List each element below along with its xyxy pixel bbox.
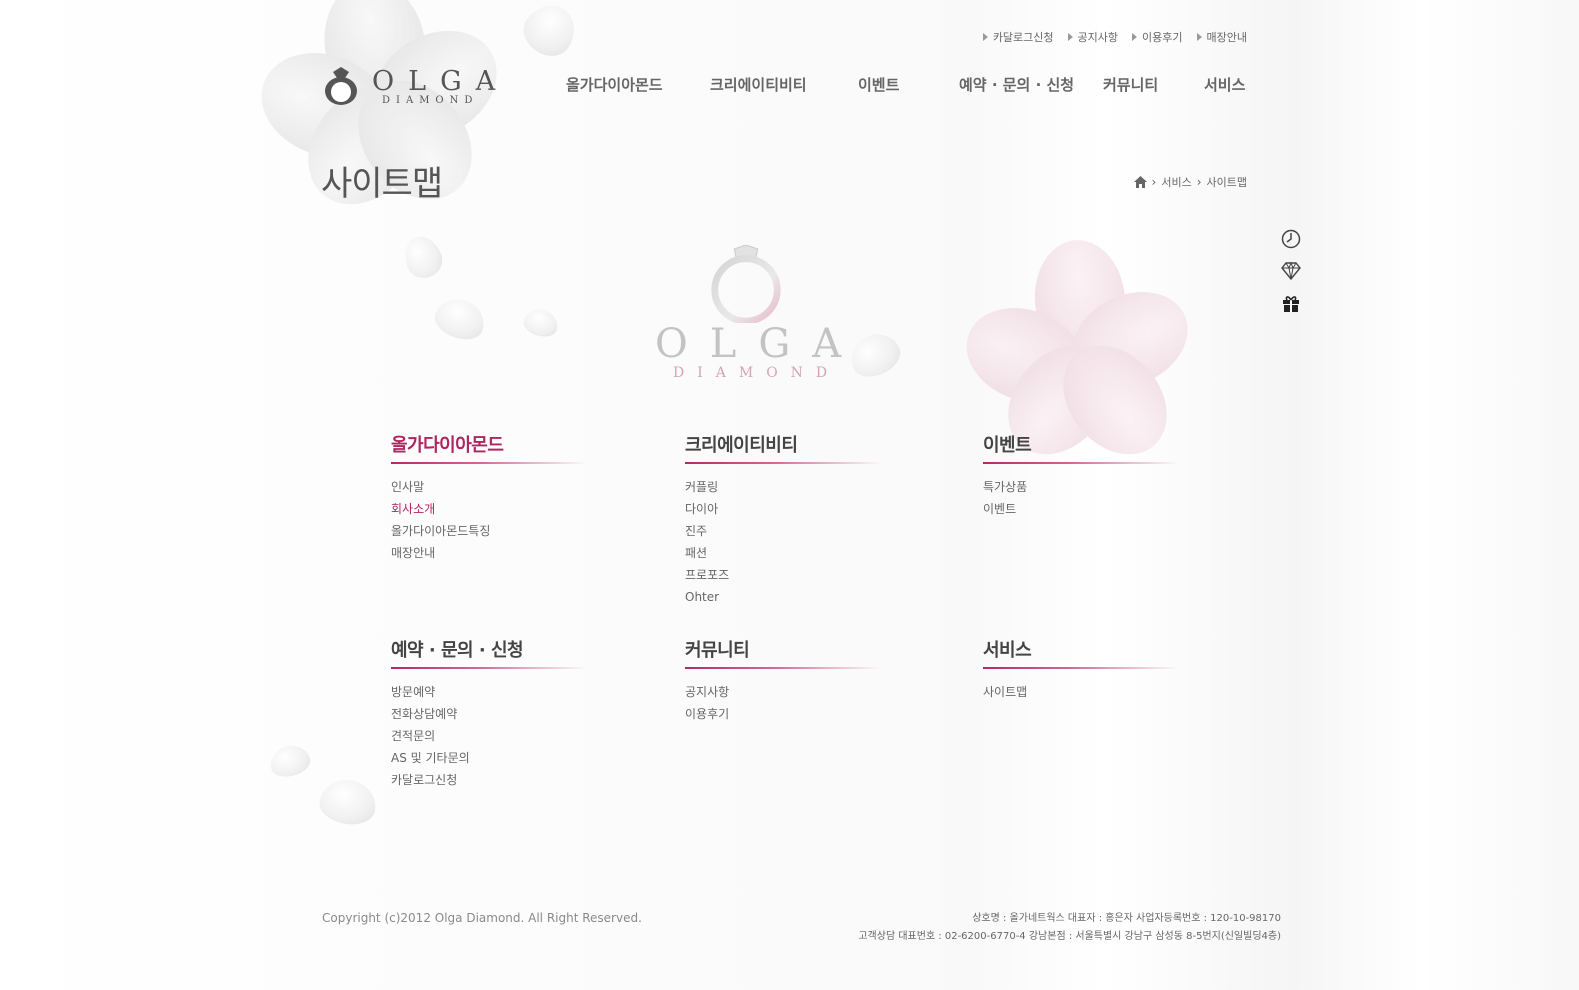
logo-name: OLGA: [372, 66, 510, 97]
sitemap-link[interactable]: 올가다이아몬드특징: [391, 520, 591, 542]
section-title[interactable]: 이벤트: [983, 432, 1183, 460]
diamond-icon[interactable]: [1280, 260, 1302, 282]
footer-company-info: 상호명 : 올가네트웍스 대표자 : 홍은자 사업자등록번호 : 120-10-…: [858, 910, 1281, 946]
sitemap-section-event: 이벤트 특가상품 이벤트: [983, 432, 1183, 520]
breadcrumb-current: 사이트맵: [1206, 176, 1247, 189]
util-link-notice[interactable]: 공지사항: [1067, 29, 1118, 45]
nav-event[interactable]: 이벤트: [858, 74, 899, 95]
nav-community[interactable]: 커뮤니티: [1103, 74, 1158, 95]
gift-icon[interactable]: [1280, 292, 1302, 314]
ring-logo-icon: [325, 67, 357, 105]
section-divider: [391, 667, 587, 669]
center-logo-sub: DIAMOND: [673, 365, 841, 381]
nav-creativity[interactable]: 크리에이티비티: [710, 74, 807, 95]
petal-decoration: [316, 775, 380, 829]
logo-sub: DIAMOND: [382, 95, 479, 106]
section-title[interactable]: 커뮤니티: [685, 637, 885, 665]
petal-decoration: [515, 0, 585, 65]
petal-decoration: [430, 292, 490, 346]
sitemap-link[interactable]: 인사말: [391, 476, 591, 498]
clock-icon[interactable]: [1280, 228, 1302, 250]
sitemap-link[interactable]: 다이아: [685, 498, 885, 520]
petal-decoration: [521, 306, 561, 340]
site-logo[interactable]: OLGA DIAMOND: [322, 62, 497, 110]
ring-icon: [711, 245, 781, 323]
section-title[interactable]: 올가다이아몬드: [391, 432, 591, 460]
section-title[interactable]: 서비스: [983, 637, 1183, 665]
section-divider: [685, 667, 881, 669]
petal-decoration: [266, 741, 314, 781]
util-link-store[interactable]: 매장안내: [1196, 29, 1247, 45]
nav-service[interactable]: 서비스: [1204, 74, 1245, 95]
sitemap-section-creativity: 크리에이티비티 커플링 다이아 진주 패션 프로포즈 Ohter: [685, 432, 885, 608]
quick-menu: [1280, 228, 1304, 324]
utility-nav: 카달로그신청 공지사항 이용후기 매장안내: [982, 29, 1247, 45]
center-logo: OLGA DIAMOND: [655, 225, 855, 390]
sitemap-link[interactable]: 사이트맵: [983, 681, 1183, 703]
arrow-right-icon: [1067, 33, 1073, 41]
sitemap-link[interactable]: 매장안내: [391, 542, 591, 564]
sitemap-link[interactable]: 공지사항: [685, 681, 885, 703]
sitemap-link[interactable]: AS 및 기타문의: [391, 747, 591, 769]
nav-reservation[interactable]: 예약 · 문의 · 신청: [959, 74, 1074, 95]
breadcrumb-item[interactable]: 서비스: [1161, 174, 1191, 190]
arrow-right-icon: [982, 33, 988, 41]
sitemap-link[interactable]: 특가상품: [983, 476, 1183, 498]
home-icon[interactable]: [1133, 176, 1147, 188]
nav-olga-diamond[interactable]: 올가다이아몬드: [566, 74, 663, 95]
chevron-right-icon: ›: [1151, 175, 1157, 189]
sitemap-link[interactable]: 전화상담예약: [391, 703, 591, 725]
arrow-right-icon: [1132, 33, 1138, 41]
sitemap-link[interactable]: 견적문의: [391, 725, 591, 747]
section-divider: [983, 667, 1179, 669]
sitemap-link[interactable]: 이벤트: [983, 498, 1183, 520]
breadcrumb: › 서비스 › 사이트맵: [1133, 174, 1247, 190]
footer-info-line: 상호명 : 올가네트웍스 대표자 : 홍은자 사업자등록번호 : 120-10-…: [972, 913, 1281, 924]
sitemap-section-olga: 올가다이아몬드 인사말 회사소개 올가다이아몬드특징 매장안내: [391, 432, 591, 564]
sitemap-link[interactable]: 프로포즈: [685, 564, 885, 586]
util-link-catalog[interactable]: 카달로그신청: [982, 29, 1054, 45]
section-divider: [685, 462, 881, 464]
section-divider: [983, 462, 1179, 464]
sitemap-link[interactable]: 진주: [685, 520, 885, 542]
sitemap-section-reservation: 예약 · 문의 · 신청 방문예약 전화상담예약 견적문의 AS 및 기타문의 …: [391, 637, 591, 791]
sitemap-section-service: 서비스 사이트맵: [983, 637, 1183, 703]
footer-info-line: 고객상담 대표번호 : 02-6200-6770-4 강남본점 : 서울특별시 …: [858, 931, 1281, 942]
chevron-right-icon: ›: [1196, 175, 1202, 189]
util-link-review[interactable]: 이용후기: [1132, 29, 1183, 45]
sitemap-link[interactable]: 커플링: [685, 476, 885, 498]
arrow-right-icon: [1196, 33, 1202, 41]
section-title[interactable]: 예약 · 문의 · 신청: [391, 637, 591, 665]
page-title: 사이트맵: [321, 164, 443, 204]
sitemap-link-active[interactable]: 회사소개: [391, 498, 591, 520]
flower-decoration-pink: [953, 236, 1204, 475]
sitemap-link[interactable]: 카달로그신청: [391, 769, 591, 791]
sitemap-link[interactable]: Ohter: [685, 586, 885, 608]
sitemap-link[interactable]: 패션: [685, 542, 885, 564]
sitemap-link[interactable]: 이용후기: [685, 703, 885, 725]
section-divider: [391, 462, 587, 464]
footer-copyright: Copyright (c)2012 Olga Diamond. All Righ…: [322, 911, 642, 925]
petal-decoration: [398, 231, 448, 283]
sitemap-section-community: 커뮤니티 공지사항 이용후기: [685, 637, 885, 725]
main-nav: 올가다이아몬드 크리에이티비티 이벤트 예약 · 문의 · 신청 커뮤니티 서비…: [566, 74, 1256, 98]
sitemap-link[interactable]: 방문예약: [391, 681, 591, 703]
center-logo-name: OLGA: [655, 321, 864, 367]
section-title[interactable]: 크리에이티비티: [685, 432, 885, 460]
